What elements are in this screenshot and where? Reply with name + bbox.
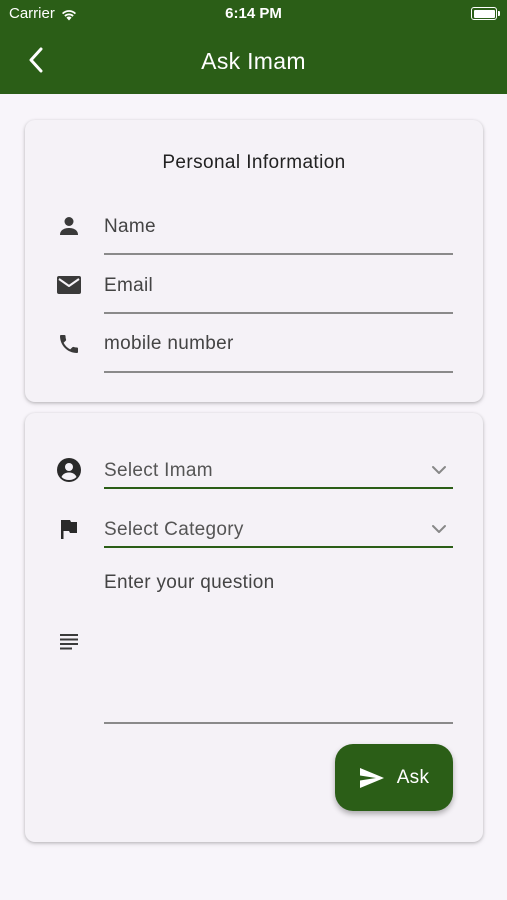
mail-icon: [55, 271, 83, 299]
question-textarea[interactable]: [104, 571, 453, 719]
ask-button[interactable]: Ask: [335, 744, 453, 811]
ask-button-label: Ask: [396, 766, 430, 788]
person-icon: [55, 212, 83, 240]
personal-info-card: Personal Information: [25, 120, 483, 402]
imam-underline: [104, 487, 453, 489]
account-circle-icon: [55, 456, 83, 484]
chevron-down-icon: [429, 519, 449, 539]
page-title: Ask Imam: [201, 48, 306, 74]
status-time: 6:14 PM: [225, 5, 282, 22]
question-card: Select Imam Select Category Enter your q…: [25, 413, 483, 842]
category-underline: [104, 546, 453, 548]
email-input[interactable]: [104, 270, 453, 302]
notes-icon: [55, 627, 83, 655]
name-underline: [104, 253, 453, 255]
name-input[interactable]: [104, 211, 453, 243]
question-underline: [104, 722, 453, 724]
status-bar: Carrier 6:14 PM: [0, 0, 507, 28]
email-underline: [104, 312, 453, 314]
chevron-down-icon: [429, 460, 449, 480]
phone-icon: [55, 330, 83, 358]
category-dropdown-value: Select Category: [104, 519, 244, 540]
app-header: Carrier 6:14 PM Ask Imam: [0, 0, 507, 94]
imam-dropdown-value: Select Imam: [104, 460, 213, 481]
mobile-number-input[interactable]: [104, 328, 453, 360]
battery-icon: [471, 7, 500, 20]
send-icon: [359, 767, 384, 788]
flag-icon: [55, 515, 83, 543]
personal-info-title: Personal Information: [162, 152, 346, 173]
mobile-underline: [104, 371, 453, 373]
